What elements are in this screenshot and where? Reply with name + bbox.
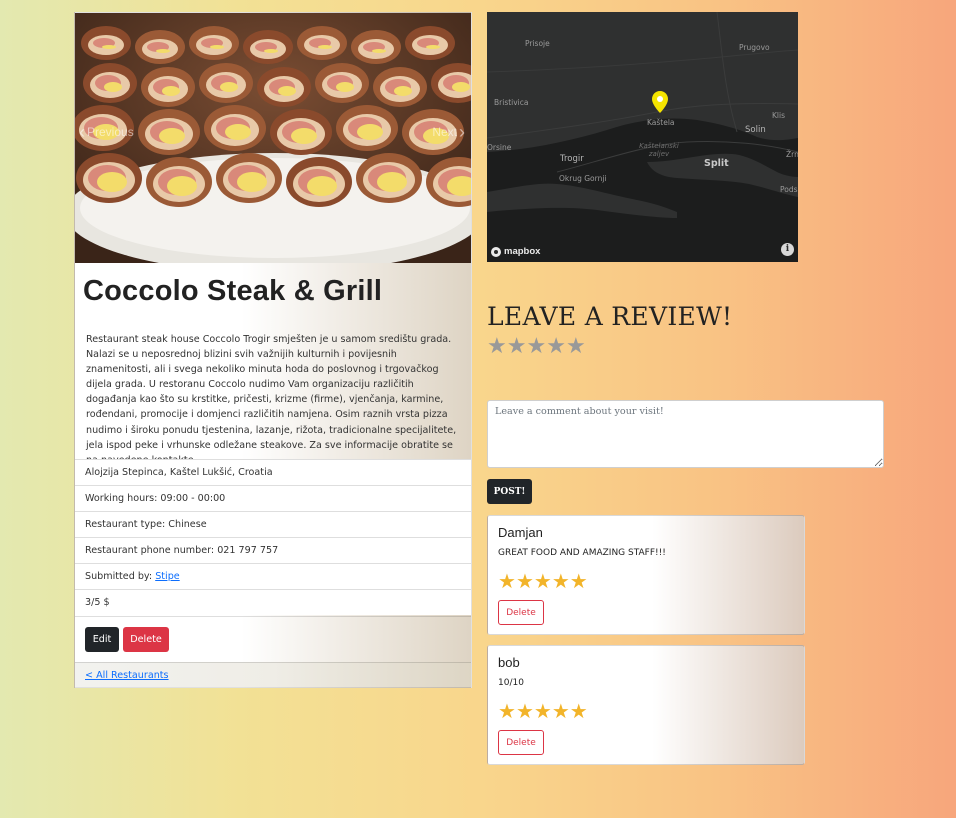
review-author: bob: [498, 655, 520, 670]
star-icon: ★: [515, 699, 534, 723]
post-review-button[interactable]: POST!: [487, 479, 532, 504]
info-submitted-by: Submitted by: Stipe: [75, 563, 471, 589]
map-label-pods: Pods: [780, 185, 798, 194]
info-address: Alojzija Stepinca, Kaštel Lukšić, Croati…: [75, 459, 471, 485]
carousel-next-button[interactable]: Next ›: [432, 122, 465, 142]
map-label-kastela: Kaštela: [647, 118, 675, 127]
submitted-by-user-link[interactable]: Stipe: [155, 571, 180, 582]
map-label-split: Split: [704, 158, 729, 169]
rating-star-icon[interactable]: ★: [487, 336, 507, 358]
star-icon: ★: [569, 569, 588, 593]
rating-input[interactable]: ★ ★ ★ ★ ★: [487, 336, 586, 358]
review-rating: ★ ★ ★ ★ ★: [498, 570, 794, 592]
map-label-zrn: Žrn: [786, 150, 798, 159]
star-icon: ★: [498, 699, 516, 723]
map-label-okrug-gornji: Okrug Gornji: [559, 174, 607, 183]
review-heading: LEAVE A REVIEW!: [487, 302, 733, 331]
restaurant-title: Coccolo Steak & Grill: [83, 275, 383, 307]
card-actions: Edit Delete: [75, 616, 471, 662]
carousel-prev-button[interactable]: ‹ Previous: [79, 122, 134, 142]
all-restaurants-link[interactable]: < All Restaurants: [85, 670, 169, 681]
mapbox-logo[interactable]: mapbox: [491, 246, 540, 257]
map-label-solin: Solin: [745, 125, 766, 135]
map-info-icon[interactable]: i: [781, 243, 794, 256]
restaurant-info-list: Alojzija Stepinca, Kaštel Lukšić, Croati…: [75, 459, 471, 615]
delete-review-button[interactable]: Delete: [498, 730, 544, 755]
carousel-next-label: Next: [432, 125, 457, 139]
info-phone: Restaurant phone number: 021 797 757: [75, 537, 471, 563]
star-icon: ★: [498, 569, 516, 593]
review-author: Damjan: [498, 525, 543, 540]
delete-restaurant-button[interactable]: Delete: [123, 627, 169, 652]
review-card: Damjan GREAT FOOD AND AMAZING STAFF!!! ★…: [487, 515, 805, 635]
map-label-bay: Kaštelanski zaljev: [634, 142, 684, 158]
rating-star-icon[interactable]: ★: [566, 336, 586, 358]
map-label-prisoje: Prisoje: [525, 39, 550, 48]
card-body: Coccolo Steak & Grill Restaurant steak h…: [75, 263, 471, 478]
star-icon: ★: [515, 569, 534, 593]
image-carousel[interactable]: ‹ Previous Next ›: [75, 13, 471, 263]
chevron-left-icon: ‹: [79, 122, 85, 142]
map-label-prugovo: Prugovo: [739, 43, 770, 52]
rating-star-icon[interactable]: ★: [526, 336, 546, 358]
mapbox-icon: [491, 246, 501, 257]
map-label-bay-line1: Kaštelanski: [639, 142, 679, 150]
chevron-right-icon: ›: [459, 122, 465, 142]
map-label-orsine: Orsine: [487, 143, 512, 152]
restaurant-card: ‹ Previous Next › Coccolo Steak & Grill …: [74, 12, 472, 688]
rating-star-icon[interactable]: ★: [546, 336, 566, 358]
rating-star-icon[interactable]: ★: [507, 336, 527, 358]
star-icon: ★: [533, 699, 552, 723]
delete-review-button[interactable]: Delete: [498, 600, 544, 625]
review-text: 10/10: [498, 678, 524, 688]
submitted-by-prefix: Submitted by:: [85, 571, 156, 582]
info-restaurant-type: Restaurant type: Chinese: [75, 511, 471, 537]
mapbox-attribution: mapbox: [504, 246, 541, 257]
map-label-bay-line2: zaljev: [648, 150, 670, 158]
comment-textarea[interactable]: [487, 400, 884, 468]
map-label-klis: Klis: [772, 111, 785, 120]
edit-button[interactable]: Edit: [85, 627, 119, 652]
card-footer: < All Restaurants: [75, 662, 471, 687]
carousel-prev-label: Previous: [87, 125, 134, 139]
info-working-hours: Working hours: 09:00 - 00:00: [75, 485, 471, 511]
food-photo: [75, 13, 471, 263]
map-label-trogir: Trogir: [560, 154, 584, 164]
star-icon: ★: [533, 569, 552, 593]
location-map[interactable]: Prisoje Prugovo Bristivica Kaštela Klis …: [487, 12, 798, 262]
review-text: GREAT FOOD AND AMAZING STAFF!!!: [498, 548, 666, 558]
star-icon: ★: [569, 699, 588, 723]
info-price: 3/5 $: [75, 589, 471, 615]
map-label-bristivica: Bristivica: [494, 98, 529, 107]
star-icon: ★: [551, 569, 570, 593]
review-card: bob 10/10 ★ ★ ★ ★ ★ Delete: [487, 645, 805, 765]
review-rating: ★ ★ ★ ★ ★: [498, 700, 794, 722]
restaurant-description: Restaurant steak house Coccolo Trogir sm…: [86, 334, 457, 466]
star-icon: ★: [551, 699, 570, 723]
